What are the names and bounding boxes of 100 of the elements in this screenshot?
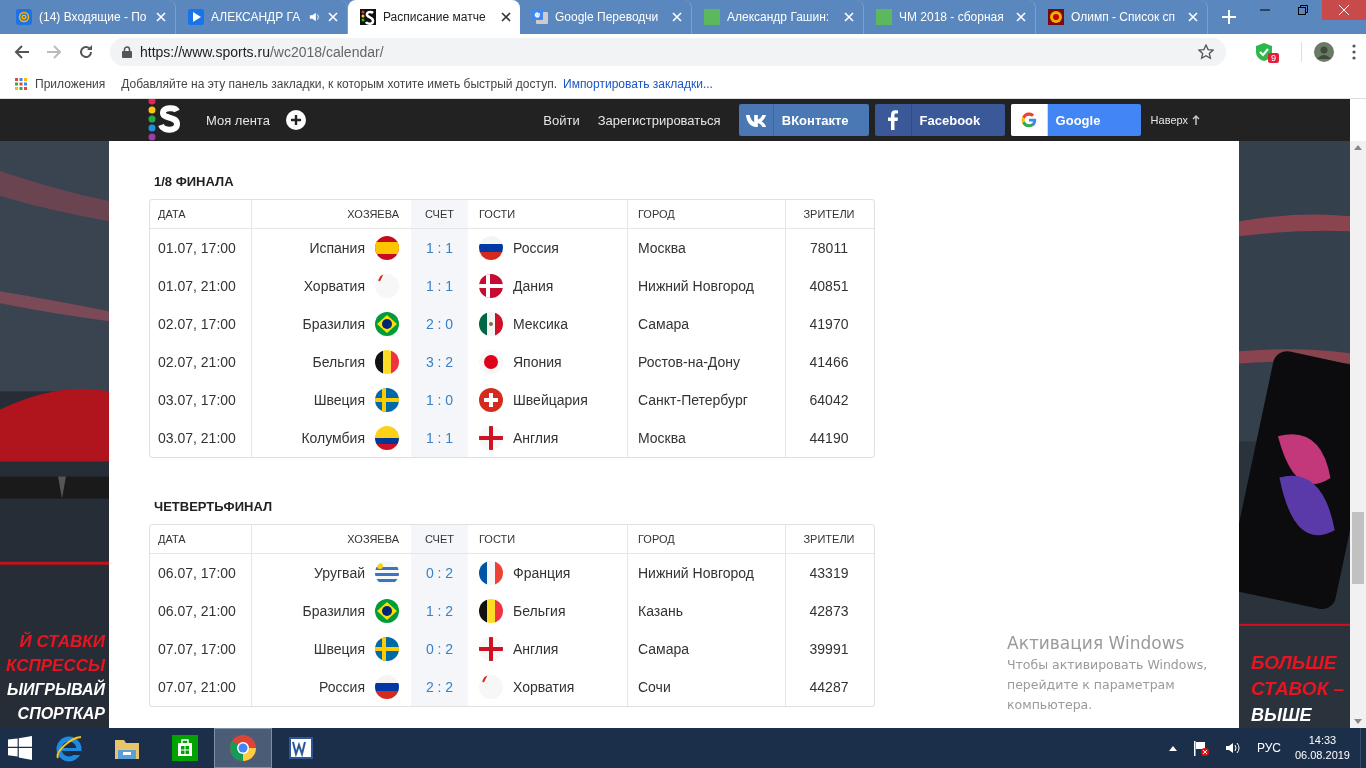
bookmarks-hint: Добавляйте на эту панель закладки, к которым хотите иметь быстрый доступ. xyxy=(121,77,557,91)
activation-text: Чтобы активировать Windows, перейдите к параметрам компьютера. xyxy=(1007,656,1209,714)
city-cell: Нижний Новгород xyxy=(628,554,786,592)
team-link[interactable]: Бельгия xyxy=(513,603,566,619)
team-link[interactable]: Бразилия xyxy=(302,603,365,619)
apps-link[interactable]: Приложения xyxy=(35,77,106,91)
team-link[interactable]: Англия xyxy=(513,641,559,657)
score-link[interactable]: 1 : 1 xyxy=(411,229,468,267)
team-link[interactable]: Россия xyxy=(319,679,365,695)
score-link[interactable]: 0 : 2 xyxy=(411,630,468,668)
back-icon[interactable] xyxy=(14,44,30,60)
team-link[interactable]: Англия xyxy=(513,430,559,446)
register-link[interactable]: Зарегистрироваться xyxy=(597,112,721,128)
sports-logo-icon[interactable] xyxy=(148,99,182,141)
close-icon[interactable] xyxy=(501,12,511,22)
team-link[interactable]: Бельгия xyxy=(312,354,365,370)
ad-slogan: ВЫШЕ xyxy=(1251,704,1312,727)
flag-icon xyxy=(375,599,399,623)
date-cell: 03.07, 17:00 xyxy=(150,381,252,419)
language-indicator[interactable]: РУС xyxy=(1256,741,1281,755)
browser-tab[interactable]: ЧМ 2018 - сборная xyxy=(864,0,1036,34)
team-link[interactable]: Уругвай xyxy=(314,565,365,581)
score-link[interactable]: 3 : 2 xyxy=(411,343,468,381)
scrollbar[interactable] xyxy=(1350,141,1366,728)
score-link[interactable]: 1 : 1 xyxy=(411,267,468,305)
plus-icon[interactable] xyxy=(285,110,306,130)
scroll-up-icon[interactable] xyxy=(1354,145,1362,150)
team-link[interactable]: Колумбия xyxy=(301,430,365,446)
team-link[interactable]: Швеция xyxy=(313,641,365,657)
reload-icon[interactable] xyxy=(78,44,94,60)
attendance-cell-text: 42873 xyxy=(808,602,850,621)
team-link[interactable]: Дания xyxy=(513,278,554,294)
column-header: ГОРОД xyxy=(628,525,786,553)
team-link[interactable]: Франция xyxy=(513,565,571,581)
windows-start-icon[interactable] xyxy=(8,736,32,760)
attendance-cell-text: 44190 xyxy=(808,429,850,448)
address-bar[interactable]: https://www.sports.ru/wc2018/calendar/ xyxy=(110,38,1226,66)
play-icon xyxy=(188,9,204,25)
date-cell: 02.07, 17:00 xyxy=(150,305,252,343)
team-link[interactable]: Япония xyxy=(513,354,562,370)
attendance-cell-text: 40851 xyxy=(808,277,850,296)
shield-icon[interactable] xyxy=(1256,43,1272,61)
scrollbar-thumb[interactable] xyxy=(1352,512,1364,584)
social-login-button[interactable]: Facebook xyxy=(874,104,1005,136)
browser-tab[interactable]: Расписание матче xyxy=(348,0,520,34)
flag-icon xyxy=(479,274,503,298)
date-cell: 01.07, 17:00 xyxy=(150,229,252,267)
avatar-icon[interactable] xyxy=(1314,42,1334,62)
login-link[interactable]: Войти xyxy=(543,112,580,128)
team-link[interactable]: Хорватия xyxy=(513,679,575,695)
social-login-button[interactable]: ВКонтакте xyxy=(738,104,869,136)
city-cell: Москва xyxy=(628,229,786,267)
team-link[interactable]: Бразилия xyxy=(302,316,365,332)
close-button[interactable] xyxy=(1322,0,1366,20)
browser-tab[interactable]: (14) Входящие - По xyxy=(4,0,176,34)
team-link[interactable]: Мексика xyxy=(513,316,568,332)
score-link[interactable]: 1 : 0 xyxy=(411,381,468,419)
caret-up-icon[interactable] xyxy=(1168,745,1177,751)
tab-title: Александр Гашин: xyxy=(727,10,831,24)
clock[interactable]: 14:33 06.08.2019 xyxy=(1294,733,1350,763)
team-link[interactable]: Швейцария xyxy=(513,392,588,408)
flag-icon[interactable] xyxy=(1192,740,1209,756)
my-feed-link[interactable]: Моя лента xyxy=(206,112,270,128)
team-link[interactable]: Хорватия xyxy=(303,278,365,294)
flag-icon xyxy=(479,388,503,412)
browser-tab[interactable]: Олимп - Список сп xyxy=(1036,0,1208,34)
team-link[interactable]: Россия xyxy=(513,240,559,256)
menu-icon[interactable] xyxy=(1352,44,1356,60)
tab-title: Google Переводчи xyxy=(555,10,660,24)
city-cell: Казань xyxy=(628,592,786,630)
attendance-cell-text: 41466 xyxy=(808,353,850,372)
tab-title: АЛЕКСАНДР ГА xyxy=(211,10,302,24)
ad-slogan: КСПРЕССЫ xyxy=(6,655,105,677)
apps-icon[interactable] xyxy=(15,78,27,90)
browser-e-icon xyxy=(55,734,83,762)
score-link[interactable]: 1 : 1 xyxy=(411,419,468,457)
scroll-down-icon[interactable] xyxy=(1354,719,1362,724)
browser-tab[interactable]: Александр Гашин: xyxy=(692,0,864,34)
flag-icon xyxy=(479,561,503,585)
date-cell: 06.07, 17:00 xyxy=(150,554,252,592)
to-top-link[interactable]: Наверх xyxy=(1150,114,1188,126)
score-link[interactable]: 2 : 0 xyxy=(411,305,468,343)
star-icon[interactable] xyxy=(1198,44,1214,60)
city-cell: Нижний Новгород xyxy=(628,267,786,305)
score-link[interactable]: 2 : 2 xyxy=(411,668,468,706)
column-header: ХОЗЯЕВА xyxy=(346,207,400,222)
browser-tab[interactable]: Google Переводчи xyxy=(520,0,692,34)
social-login-button[interactable]: Google xyxy=(1010,104,1141,136)
team-link[interactable]: Испания xyxy=(309,240,365,256)
attendance-cell-text: 43319 xyxy=(808,564,850,583)
speaker-icon[interactable] xyxy=(1224,740,1241,756)
arrow-up-icon[interactable] xyxy=(1192,115,1200,125)
flag-icon xyxy=(375,312,399,336)
import-bookmarks-link[interactable]: Импортировать закладки... xyxy=(563,77,713,91)
date-cell: 03.07, 21:00 xyxy=(150,419,252,457)
column-header: СЧЕТ xyxy=(411,200,468,228)
team-link[interactable]: Швеция xyxy=(313,392,365,408)
restore-icon[interactable] xyxy=(1298,5,1308,15)
score-link[interactable]: 1 : 2 xyxy=(411,592,468,630)
score-link[interactable]: 0 : 2 xyxy=(411,554,468,592)
